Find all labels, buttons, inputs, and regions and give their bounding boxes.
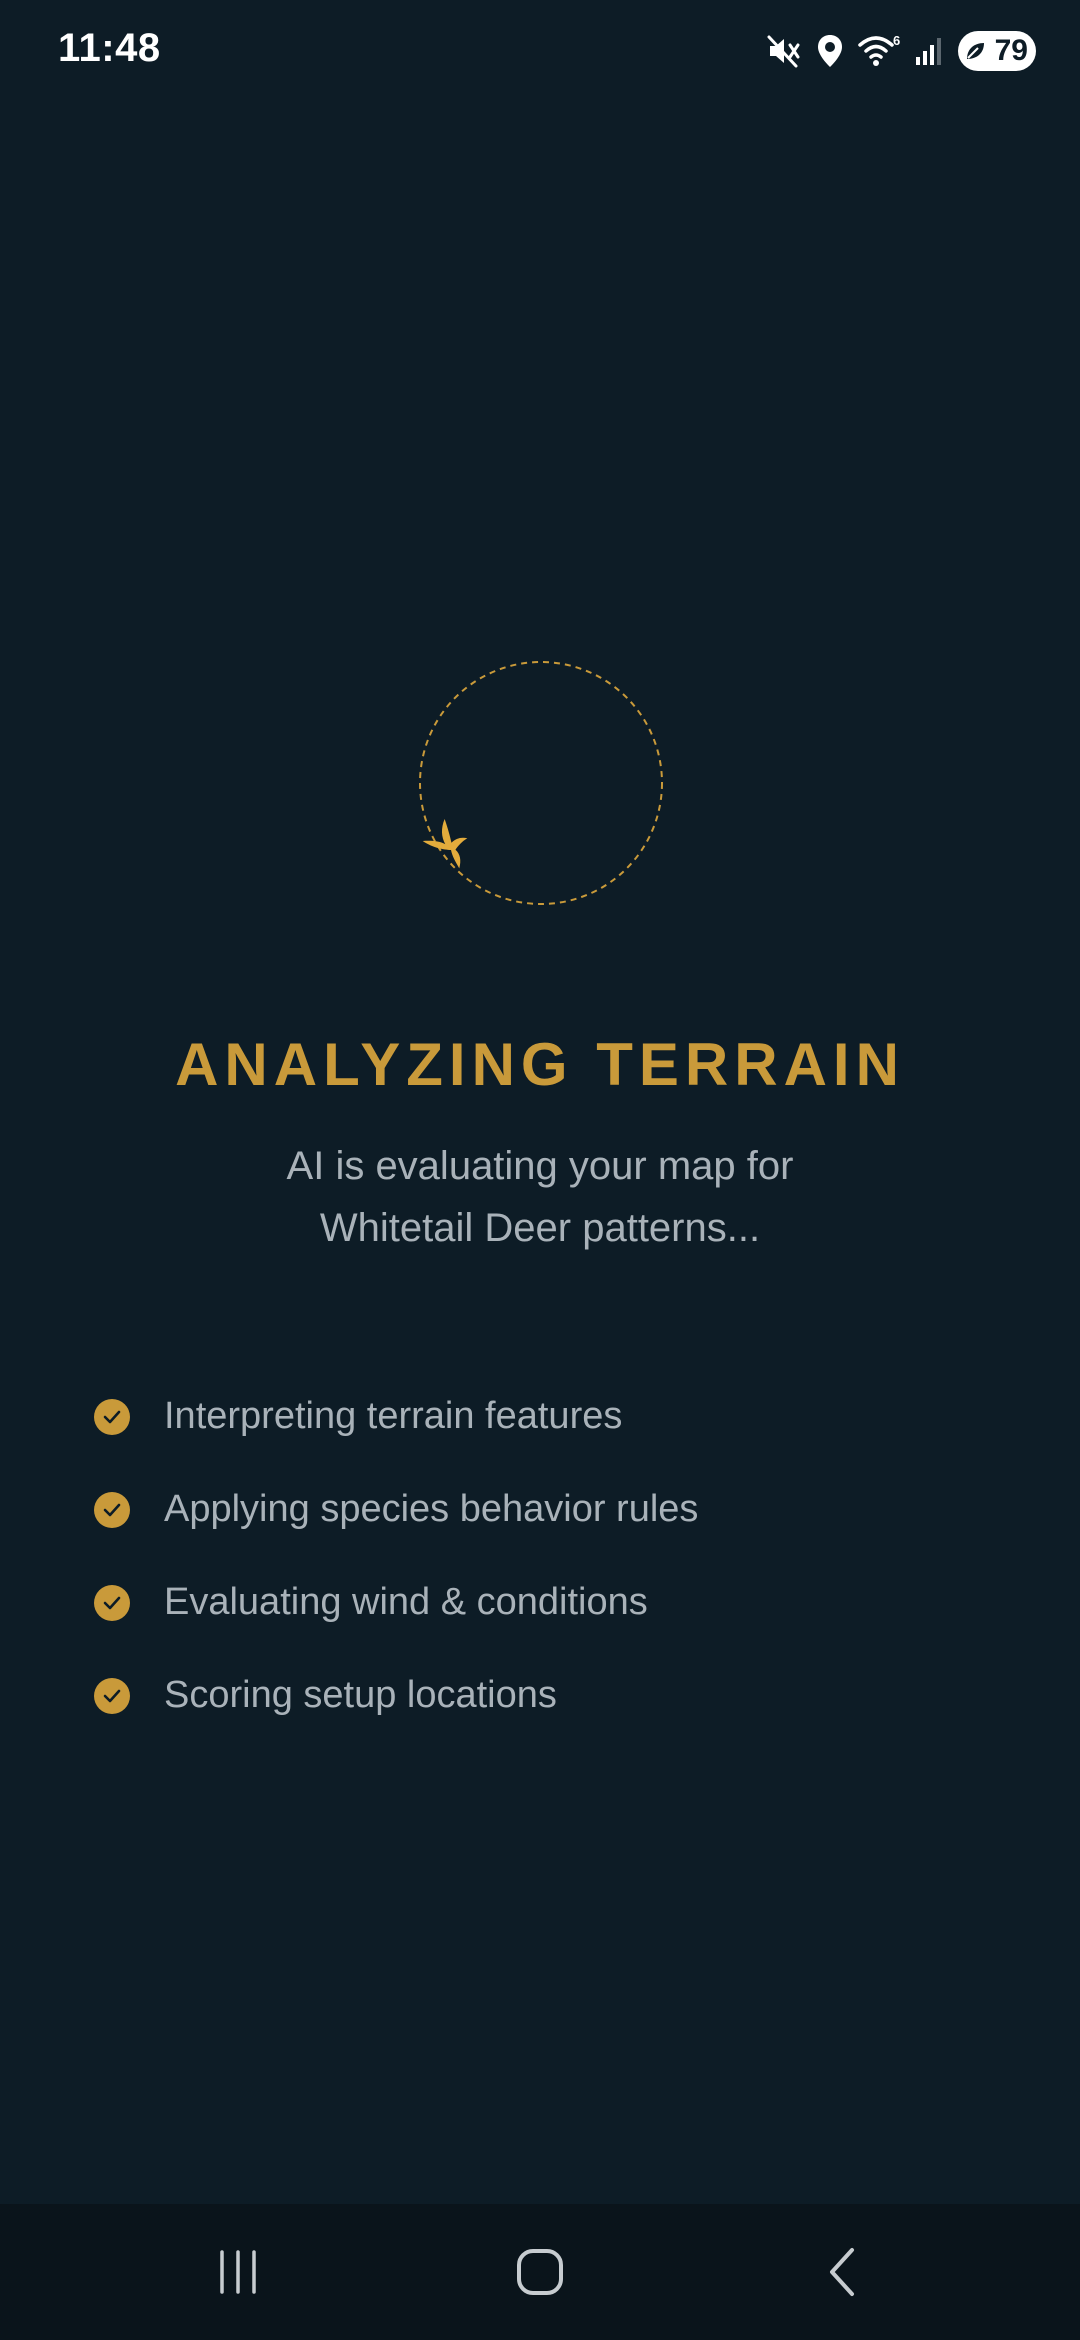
leaf-icon [967,43,984,59]
step-item: Evaluating wind & conditions [94,1556,994,1649]
back-icon [830,2248,854,2296]
wifi-icon: 6 [858,33,900,69]
recent-apps-button[interactable] [178,2234,298,2310]
loading-indicator [418,660,664,906]
battery-icon: 79 [958,31,1036,71]
step-item: Interpreting terrain features [94,1370,994,1463]
mute-icon [766,33,802,69]
step-label: Scoring setup locations [164,1674,557,1716]
progress-steps: Interpreting terrain features Applying s… [94,1370,994,1742]
status-time: 11:48 [58,26,161,70]
step-label: Applying species behavior rules [164,1488,699,1530]
page-title: ANALYZING TERRAIN [175,1031,905,1098]
step-label: Evaluating wind & conditions [164,1581,648,1623]
loading-ring [419,661,663,905]
back-button[interactable] [782,2234,902,2310]
step-label: Interpreting terrain features [164,1395,623,1437]
home-button[interactable] [480,2234,600,2310]
home-icon [517,2249,563,2295]
subtitle: AI is evaluating your map for Whitetail … [0,1135,1080,1259]
wifi-badge: 6 [893,33,900,48]
check-icon [94,1491,130,1528]
status-bar: 11:48 6 79 [0,0,1080,100]
recent-apps-icon [220,2250,256,2294]
check-icon [94,1398,130,1435]
subtitle-line-2: Whitetail Deer patterns... [319,1206,761,1250]
status-icons: 6 79 [766,28,1036,74]
bird-icon [422,819,468,869]
step-item: Applying species behavior rules [94,1463,994,1556]
step-item: Scoring setup locations [94,1649,994,1742]
subtitle-line-1: AI is evaluating your map for [286,1144,794,1188]
location-icon [816,33,844,69]
battery-level: 79 [994,34,1028,67]
check-icon [94,1584,130,1621]
system-nav-bar [0,2204,1080,2340]
signal-icon [914,33,944,69]
check-icon [94,1677,130,1714]
